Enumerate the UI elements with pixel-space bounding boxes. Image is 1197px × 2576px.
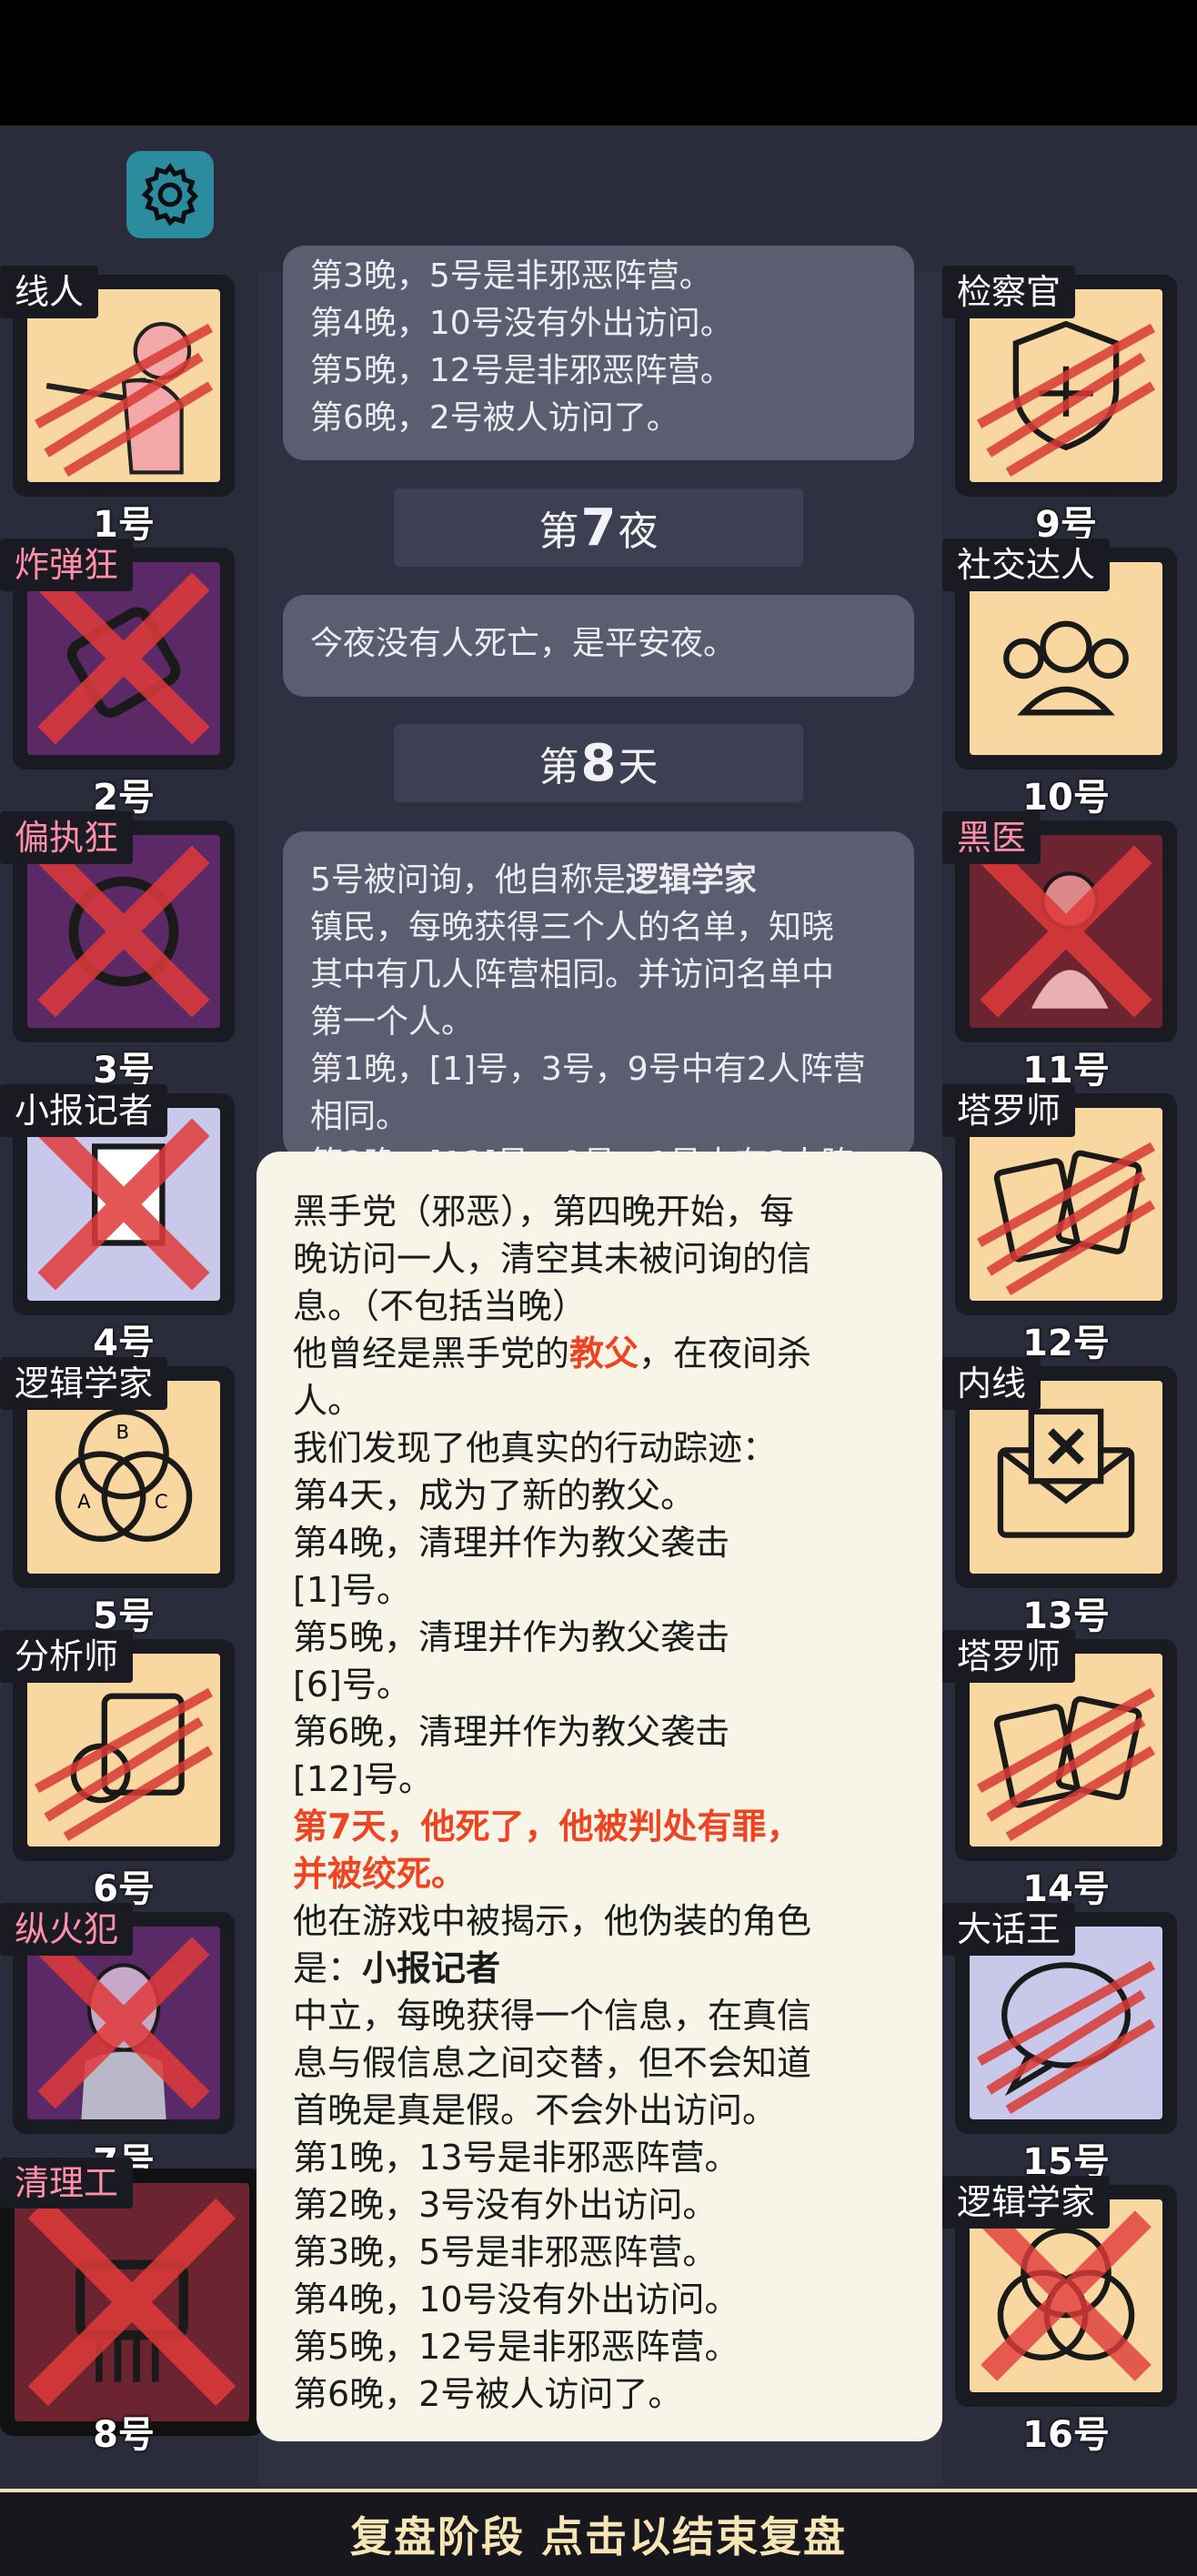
role-label: 塔罗师 — [942, 1630, 1076, 1683]
popup-line: 第4晚，10号没有外出访问。 — [293, 2279, 739, 2319]
role-label: 小报记者 — [0, 1084, 168, 1137]
popup-line: 他在游戏中被揭示，他伪装的角色 — [293, 1901, 812, 1941]
day-8-message: 5号被问询，他自称是逻辑学家 镇民，每晚获得三个人的名单，知晓 其中有几人阵营相… — [283, 831, 914, 1159]
role-label: 偏执狂 — [0, 811, 134, 864]
popup-line: 第4天，成为了新的教父。 — [293, 1475, 696, 1515]
svg-text:A: A — [77, 1490, 91, 1513]
log-line: 第4晚，10号没有外出访问。 — [310, 305, 733, 342]
popup-text: ，在夜间杀 — [639, 1333, 812, 1374]
role-label: 检察官 — [942, 266, 1076, 318]
log-line: 今夜没有人死亡，是平安夜。 — [310, 625, 737, 662]
night-7-message: 今夜没有人死亡，是平安夜。 — [283, 595, 914, 697]
log-text: 5号被问询，他自称是 — [310, 861, 626, 899]
header-suffix: 夜 — [618, 508, 659, 555]
player-number: 8号 — [93, 2414, 155, 2456]
role-label: 清理工 — [0, 2158, 134, 2209]
header-number: 7 — [580, 498, 617, 558]
player-card-16[interactable]: 逻辑学家 16号 — [942, 2176, 1190, 2456]
death-line: 第7天，他死了，他被判处有罪， — [293, 1806, 801, 1846]
popup-line: 第2晚，3号没有外出访问。 — [293, 2185, 718, 2225]
true-role: 教父 — [569, 1333, 639, 1374]
player-card-6[interactable]: 分析师 6号 — [0, 1630, 247, 1910]
player-card-1[interactable]: 线人 1号 — [0, 266, 247, 546]
player-card-9[interactable]: 检察官 9号 — [942, 266, 1190, 546]
death-line: 并被绞死。 — [293, 1854, 467, 1894]
popup-line: 首晚是真是假。不会外出访问。 — [293, 2090, 778, 2130]
popup-line: 第3晚，5号是非邪恶阵营。 — [293, 2232, 718, 2272]
log-line: 第1晚，[1]号，3号，9号中有2人阵营 — [310, 1051, 866, 1088]
popup-line: 晚访问一人，清空其未被问询的信 — [293, 1239, 812, 1279]
role-label: 大话王 — [942, 1903, 1076, 1956]
player-card-15[interactable]: 大话王 15号 — [942, 1903, 1190, 2183]
popup-line: [6]号。 — [293, 1665, 411, 1705]
popup-text: 他曾经是黑手党的 — [293, 1333, 570, 1374]
popup-line: 第5晚，清理并作为教父袭击 — [293, 1617, 730, 1657]
popup-line: 第1晚，13号是非邪恶阵营。 — [293, 2138, 739, 2178]
role-label: 炸弹狂 — [0, 538, 134, 591]
player-card-10[interactable]: 社交达人 10号 — [942, 538, 1190, 819]
shredder-icon — [15, 2183, 249, 2421]
role-label: 逻辑学家 — [0, 1357, 168, 1410]
log-message-top: 第3晚，5号是非邪恶阵营。 第4晚，10号没有外出访问。 第5晚，12号是非邪恶… — [283, 246, 914, 460]
player-card-12[interactable]: 塔罗师 12号 — [942, 1084, 1190, 1364]
svg-text:B: B — [116, 1421, 130, 1444]
player-number: 16号 — [1022, 2414, 1110, 2456]
svg-text:C: C — [155, 1490, 168, 1513]
role-label: 塔罗师 — [942, 1084, 1076, 1137]
log-line: 第5晚，12号是非邪恶阵营。 — [310, 352, 733, 389]
log-line: 第6晚，2号被人访问了。 — [310, 399, 679, 437]
player-card-7[interactable]: 纵火犯 7号 — [0, 1903, 247, 2183]
header-prefix: 第 — [538, 508, 579, 555]
popup-line: [12]号。 — [293, 1759, 434, 1799]
role-reveal-popup[interactable]: 黑手党（邪恶），第四晚开始，每 晚访问一人，清空其未被问询的信 息。（不包括当晚… — [256, 1152, 942, 2441]
end-review-button[interactable]: 复盘阶段 点击以结束复盘 — [0, 2489, 1197, 2576]
player-card-11[interactable]: 黑医 11号 — [942, 811, 1190, 1092]
role-label: 线人 — [0, 266, 99, 318]
status-bar — [0, 0, 1197, 126]
popup-line: 中立，每晚获得一个信息，在真信 — [293, 1996, 812, 2036]
day-8-header: 第8天 — [394, 724, 803, 802]
fake-role: 小报记者 — [362, 1948, 501, 1988]
popup-line: 我们发现了他真实的行动踪迹： — [293, 1428, 778, 1468]
role-label: 纵火犯 — [0, 1903, 134, 1956]
popup-text: 是： — [293, 1948, 363, 1988]
popup-line: 息与假信息之间交替，但不会知道 — [293, 2043, 812, 2083]
role-label: 社交达人 — [942, 538, 1111, 591]
log-line: 相同。 — [310, 1098, 409, 1135]
popup-line: 黑手党（邪恶），第四晚开始，每 — [293, 1192, 795, 1232]
player-card-3[interactable]: 偏执狂 3号 — [0, 811, 247, 1092]
role-label: 分析师 — [0, 1630, 134, 1683]
popup-line: 第4晚，清理并作为教父袭击 — [293, 1523, 730, 1563]
log-line: 第一个人。 — [310, 1003, 475, 1041]
popup-line: 第6晚，清理并作为教父袭击 — [293, 1712, 730, 1752]
role-label: 黑医 — [942, 811, 1041, 864]
popup-line: 人。 — [293, 1381, 363, 1421]
popup-line: 第5晚，12号是非邪恶阵营。 — [293, 2327, 739, 2367]
role-label: 逻辑学家 — [942, 2176, 1111, 2229]
header-prefix: 第 — [538, 744, 579, 790]
log-line: 第3晚，5号是非邪恶阵营。 — [310, 257, 712, 295]
header-suffix: 天 — [618, 744, 659, 790]
player-card-13[interactable]: 内线 13号 — [942, 1357, 1190, 1637]
log-line: 镇民，每晚获得三个人的名单，知晓 — [310, 909, 835, 946]
night-7-header: 第7夜 — [394, 488, 803, 567]
header-number: 8 — [580, 733, 617, 793]
player-card-2[interactable]: 炸弹狂 2号 — [0, 538, 247, 819]
role-label: 内线 — [942, 1357, 1041, 1410]
claimed-role: 逻辑学家 — [625, 861, 757, 899]
player-card-8[interactable]: 清理工 8号 — [0, 2158, 269, 2456]
popup-line: 第6晚，2号被人访问了。 — [293, 2374, 683, 2414]
gear-icon — [141, 162, 199, 226]
settings-button[interactable] — [126, 151, 214, 238]
popup-line: 息。（不包括当晚） — [293, 1286, 588, 1326]
popup-line: [1]号。 — [293, 1570, 411, 1610]
player-card-5[interactable]: BAC 逻辑学家 5号 — [0, 1357, 247, 1637]
player-card-14[interactable]: 塔罗师 14号 — [942, 1630, 1190, 1910]
log-line: 其中有几人阵营相同。并访问名单中 — [310, 956, 835, 993]
player-card-4[interactable]: 小报记者 4号 — [0, 1084, 247, 1364]
